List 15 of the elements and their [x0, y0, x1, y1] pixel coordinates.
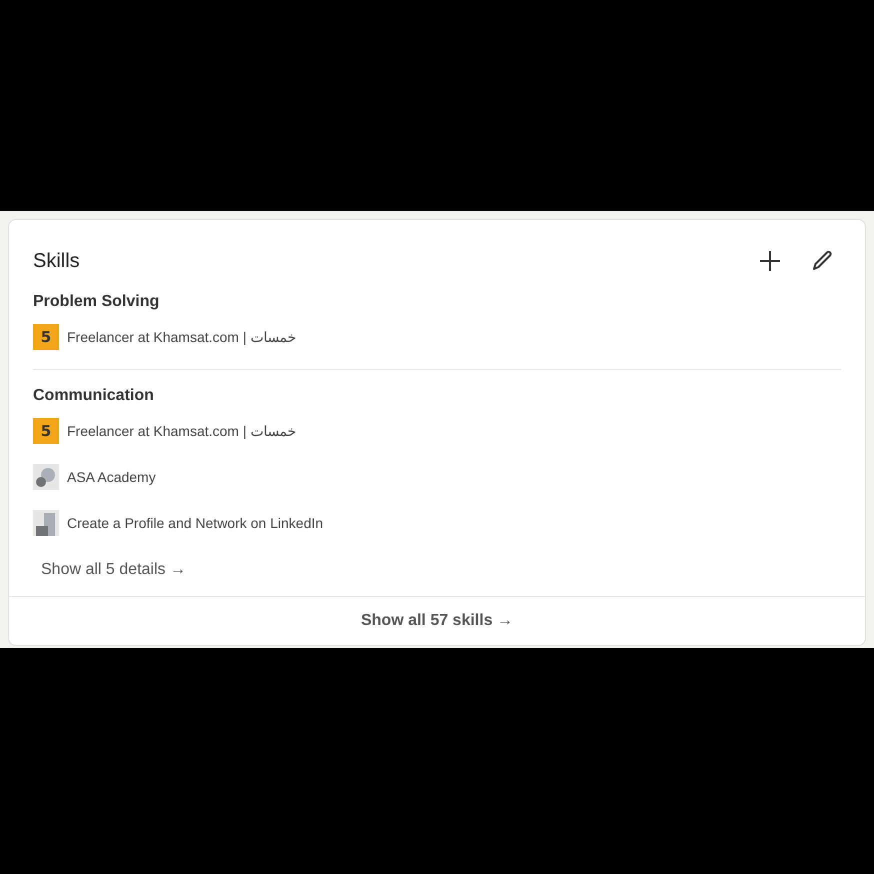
- skill-name[interactable]: Problem Solving: [33, 290, 841, 314]
- endorsement-source: ASA Academy: [67, 468, 156, 487]
- course-logo: [33, 510, 59, 536]
- company-logo: 5: [33, 324, 59, 350]
- pencil-icon: [810, 249, 834, 273]
- endorsement-source: Freelancer at Khamsat.com | خمسات: [67, 422, 296, 441]
- company-logo: 5: [33, 418, 59, 444]
- company-logo: [33, 464, 59, 490]
- skill-name[interactable]: Communication: [33, 384, 841, 408]
- section-title: Skills: [33, 249, 80, 274]
- endorsement-source: Create a Profile and Network on LinkedIn: [67, 514, 324, 532]
- show-all-skills-link[interactable]: Show all 57 skills →: [360, 609, 514, 633]
- add-icon: [759, 250, 781, 272]
- endorsement-source: Freelancer at Khamsat.com | خمسات: [67, 328, 296, 347]
- show-details-link[interactable]: Show all 5 details →: [41, 558, 186, 582]
